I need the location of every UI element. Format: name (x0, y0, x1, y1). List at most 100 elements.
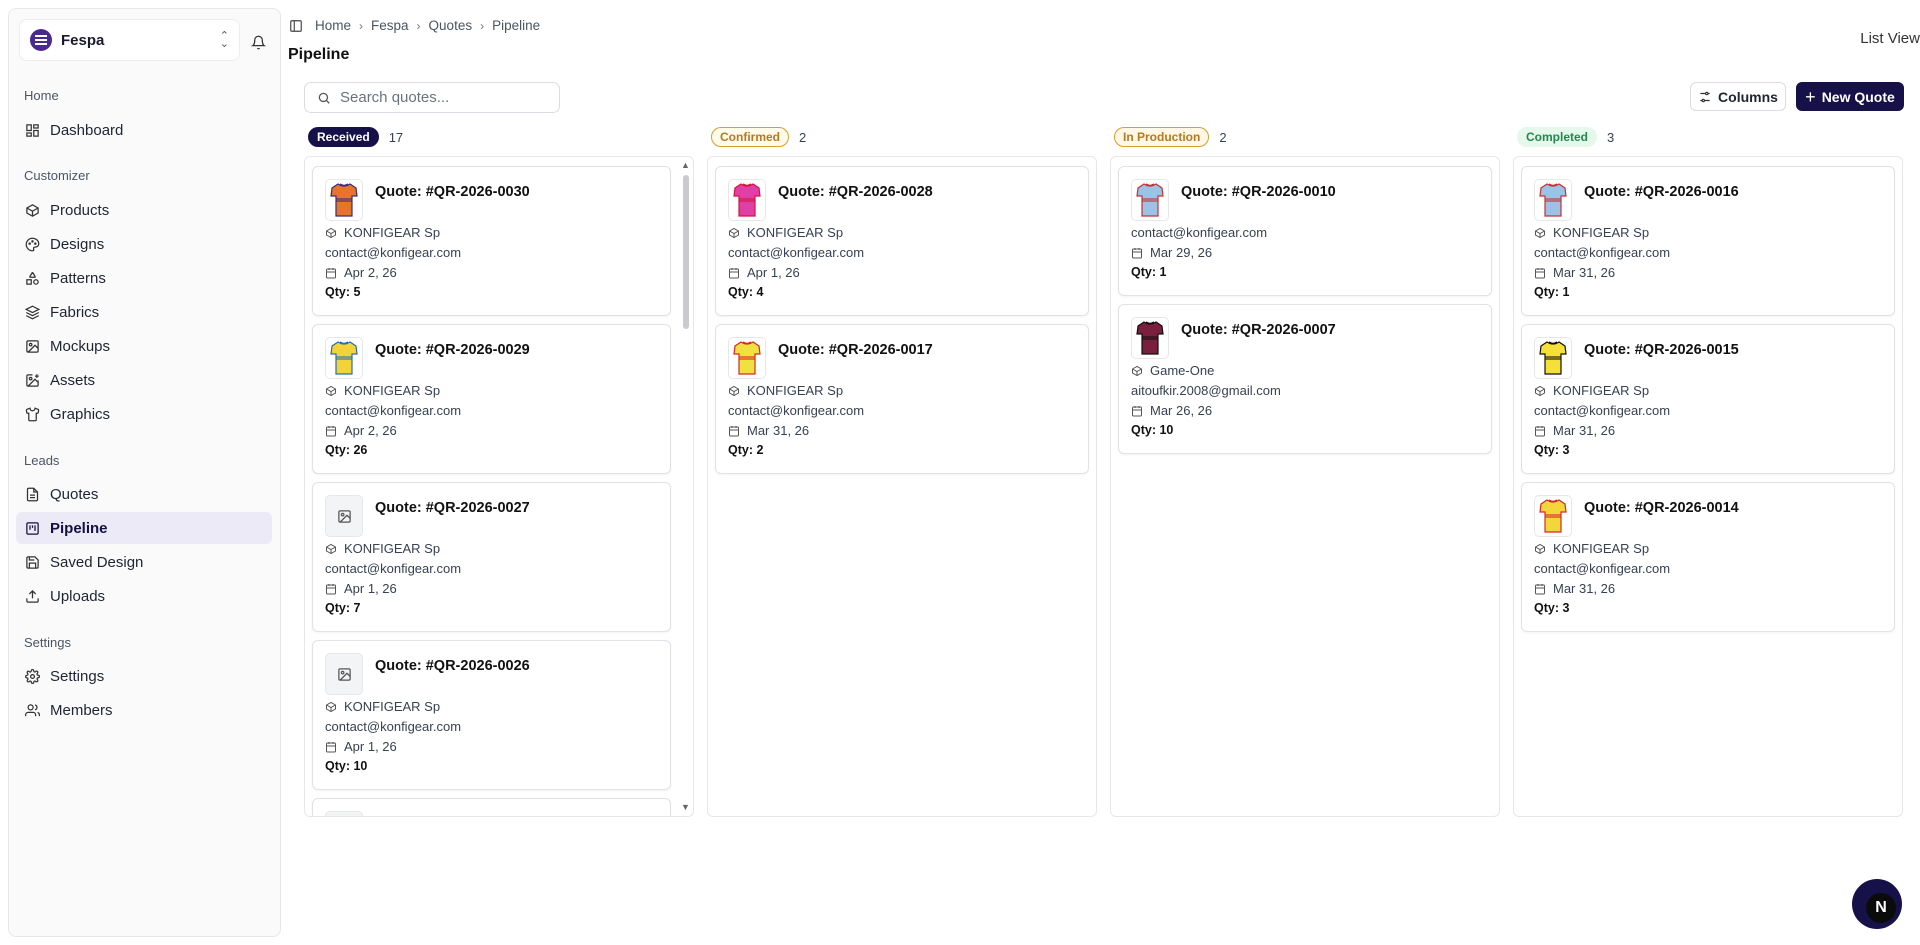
box-icon (326, 701, 336, 712)
calendar-icon (1535, 425, 1545, 436)
calendar-icon (1132, 247, 1142, 258)
search-box (304, 82, 560, 113)
quote-company: KONFIGEAR Sp (1534, 541, 1649, 556)
quote-card[interactable]: Quote: #QR-2026-0016 KONFIGEAR Sp contact@… (1521, 166, 1895, 316)
quote-card[interactable]: Quote: #QR-2026-0026 KONFIGEAR Sp contact@… (312, 640, 671, 790)
quote-title[interactable]: Quote: #QR-2026-0010 (1181, 184, 1336, 200)
quote-company: KONFIGEAR Sp (325, 383, 440, 398)
breadcrumb-current: Pipeline (492, 18, 541, 33)
sidebar-toggle-icon[interactable] (289, 19, 303, 33)
quote-card[interactable]: Quote: #QR-2026-0027 KONFIGEAR Sp contact@… (312, 482, 671, 632)
sidebar-item-uploads[interactable]: Uploads (16, 580, 272, 612)
quote-email: contact@konfigear.com (1534, 561, 1671, 576)
breadcrumb-org[interactable]: Fespa (371, 18, 409, 33)
quote-company: KONFIGEAR Sp (728, 225, 843, 240)
date-text: Mar 31, 26 (1553, 423, 1616, 438)
calendar-icon (326, 425, 336, 436)
sidebar-item-label: Mockups (50, 337, 111, 355)
pipeline-column: Quote: #QR-2026-0010 contact@konfigear.co… (1110, 156, 1500, 817)
column-count: 2 (799, 129, 807, 145)
quote-card[interactable]: Quote: #QR-2026-0015 KONFIGEAR Sp contact@… (1521, 324, 1895, 474)
sidebar-item-members[interactable]: Members (16, 694, 272, 726)
quote-title[interactable]: Quote: #QR-2026-0026 (375, 658, 530, 674)
scroll-down-arrow-icon[interactable]: ▼ (681, 802, 690, 812)
quote-qty: Qty: 4 (728, 285, 764, 299)
date-text: Apr 2, 26 (344, 265, 397, 280)
quote-qty: Qty: 1 (1534, 285, 1570, 299)
bell-icon[interactable] (247, 31, 269, 53)
quote-title[interactable]: Quote: #QR-2026-0017 (778, 342, 933, 358)
quote-card[interactable]: Quote: #QR-2026-0014 KONFIGEAR Sp contact@… (1521, 482, 1895, 632)
sidebar-item-pipeline[interactable]: Pipeline (16, 512, 272, 544)
quote-email: contact@konfigear.com (325, 403, 462, 418)
save-icon (26, 555, 39, 569)
breadcrumb-quotes[interactable]: Quotes (429, 18, 473, 33)
calendar-icon (729, 425, 739, 436)
org-name: Fespa (61, 31, 105, 49)
quote-date: Apr 1, 26 (325, 739, 397, 754)
quote-title[interactable]: Quote: #QR-2026-0016 (1584, 184, 1739, 200)
quote-title[interactable]: Quote: #QR-2026-0028 (778, 184, 933, 200)
company-name: KONFIGEAR Sp (344, 225, 441, 240)
quote-card[interactable]: Quote: #QR-2026-0029 KONFIGEAR Sp contact@… (312, 324, 671, 474)
quote-email: contact@konfigear.com (1131, 225, 1268, 240)
quote-company: KONFIGEAR Sp (1534, 225, 1649, 240)
layers-icon (25, 305, 40, 319)
quote-title[interactable]: Quote: #QR-2026-0015 (1584, 342, 1739, 358)
quote-card[interactable]: Quote: #QR-2026-0010 contact@konfigear.co… (1118, 166, 1492, 296)
quote-qty: Qty: 26 (325, 443, 368, 457)
sidebar-item-graphics[interactable]: Graphics (16, 398, 272, 430)
sidebar-item-settings[interactable]: Settings (16, 660, 272, 692)
floating-action-button[interactable]: N (1852, 879, 1902, 929)
columns-button[interactable]: Columns (1690, 82, 1786, 111)
breadcrumb-home[interactable]: Home (315, 18, 351, 33)
search-input[interactable] (340, 89, 540, 106)
new-quote-button[interactable]: + New Quote (1796, 82, 1904, 111)
list-view-toggle[interactable]: List View (1860, 30, 1920, 47)
sidebar-item-quotes[interactable]: Quotes (16, 478, 272, 510)
pipeline-column: Quote: #QR-2026-0028 KONFIGEAR Sp contact@… (707, 156, 1097, 817)
box-icon (326, 543, 336, 554)
sidebar-item-designs[interactable]: Designs (16, 228, 272, 260)
scrollbar-thumb[interactable] (683, 175, 689, 329)
sidebar-item-label: Settings (50, 667, 105, 685)
quote-title[interactable]: Quote: #QR-2026-0027 (375, 500, 530, 516)
scroll-up-arrow-icon[interactable]: ▲ (681, 160, 690, 170)
chevron-right-icon: › (416, 18, 421, 33)
column-header: Confirmed 2 (711, 127, 806, 147)
quote-title[interactable]: Quote: #QR-2026-0029 (375, 342, 530, 358)
sidebar-item-patterns[interactable]: Patterns (16, 262, 272, 294)
sidebar-item-fabrics[interactable]: Fabrics (16, 296, 272, 328)
org-switcher[interactable]: Fespa ⌃ ⌄ (19, 19, 240, 61)
quote-date: Mar 31, 26 (1534, 265, 1615, 280)
status-badge: Confirmed (711, 127, 789, 147)
company-name: KONFIGEAR Sp (747, 383, 844, 398)
shirt-icon (25, 406, 40, 421)
quote-qty: Qty: 5 (325, 285, 361, 299)
company-name: KONFIGEAR Sp (344, 383, 441, 398)
box-icon (729, 385, 739, 396)
quote-qty: Qty: 10 (325, 759, 368, 773)
quote-card[interactable]: Quote: #QR-2026-0007 Game-One aitoufkir.20… (1118, 304, 1492, 454)
status-badge: In Production (1114, 127, 1210, 147)
quote-title[interactable]: Quote: #QR-2026-0014 (1584, 500, 1739, 516)
quote-card[interactable] (312, 798, 671, 816)
quote-card[interactable]: Quote: #QR-2026-0028 KONFIGEAR Sp contact@… (715, 166, 1089, 316)
quote-card[interactable]: Quote: #QR-2026-0017 KONFIGEAR Sp contact@… (715, 324, 1089, 474)
sidebar-item-mockups[interactable]: Mockups (16, 330, 272, 362)
status-badge: Received (308, 127, 379, 147)
product-thumbnail (1534, 337, 1572, 379)
quote-email: contact@konfigear.com (325, 245, 462, 260)
sidebar-item-label: Saved Design (50, 553, 144, 571)
sidebar-item-label: Members (50, 701, 113, 719)
quote-card[interactable]: Quote: #QR-2026-0030 KONFIGEAR Sp contact@… (312, 166, 671, 316)
quote-title[interactable]: Quote: #QR-2026-0030 (375, 184, 530, 200)
date-text: Apr 2, 26 (344, 423, 397, 438)
sidebar-item-label: Assets (50, 371, 96, 389)
company-name: KONFIGEAR Sp (1553, 225, 1650, 240)
sidebar-item-saved-design[interactable]: Saved Design (16, 546, 272, 578)
sidebar-item-assets[interactable]: Assets (16, 364, 272, 396)
quote-title[interactable]: Quote: #QR-2026-0007 (1181, 322, 1336, 338)
sidebar-item-dashboard[interactable]: Dashboard (16, 114, 272, 146)
sidebar-item-products[interactable]: Products (16, 194, 272, 226)
